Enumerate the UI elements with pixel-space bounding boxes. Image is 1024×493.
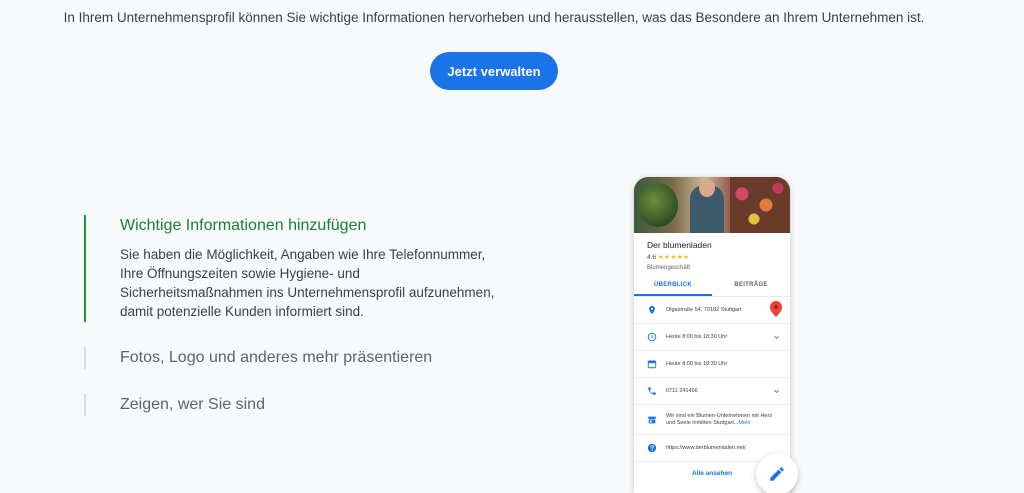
phone-row[interactable]: 0711 241466: [634, 378, 790, 405]
tab-overview[interactable]: ÜBERBLICK: [634, 277, 712, 296]
edit-pencil-icon: [770, 467, 784, 481]
business-profile-mockup: Der blumenladen 4.6 ★★★★★ Blumengeschäft…: [634, 177, 790, 493]
address-text: Olgastraße 54, 70182 Stuttgart: [666, 306, 742, 313]
active-indicator-bar: [84, 215, 86, 298]
store-icon: [647, 415, 657, 425]
business-name: Der blumenladen: [647, 240, 712, 250]
accordion-body: Sie haben die Möglichkeit, Angaben wie I…: [120, 247, 495, 319]
business-category: Blumengeschäft: [647, 265, 691, 271]
accordion-item-show-who-you-are[interactable]: Zeigen, wer Sie sind: [84, 394, 504, 416]
chevron-down-icon[interactable]: [773, 334, 780, 341]
chevron-down-icon[interactable]: [773, 388, 780, 395]
business-photo: [634, 177, 790, 233]
calendar-icon: [647, 359, 657, 369]
rating-stars: ★★★★★: [657, 254, 690, 261]
accordion-item-photos-logo[interactable]: Fotos, Logo und anderes mehr präsentiere…: [84, 347, 504, 369]
description-text: Wir sind ein Blumen-Unternehmen mit Herz…: [666, 413, 780, 427]
description-more-link[interactable]: Mehr: [738, 420, 751, 426]
accordion-item-key-info[interactable]: Wichtige Informationen hinzufügen Sie ha…: [84, 215, 504, 322]
edit-fab-button[interactable]: [756, 453, 798, 493]
accordion-title: Fotos, Logo und anderes mehr präsentiere…: [120, 349, 433, 366]
location-icon: [647, 305, 657, 315]
manage-now-button[interactable]: Jetzt verwalten: [430, 52, 558, 90]
feature-accordion: Wichtige Informationen hinzufügen Sie ha…: [84, 215, 504, 416]
intro-text: In Ihrem Unternehmensprofil können Sie w…: [63, 10, 925, 25]
globe-icon: [647, 443, 657, 453]
tab-posts[interactable]: BEITRÄGE: [712, 277, 790, 296]
special-hours-text: Heute 8:00 bis 18:30 Uhr: [666, 360, 728, 367]
phone-number-text: 0711 241466: [666, 387, 698, 394]
profile-tabs: ÜBERBLICK BEITRÄGE: [634, 277, 790, 297]
indicator-bar: [84, 347, 86, 369]
description-row[interactable]: Wir sind ein Blumen-Unternehmen mit Herz…: [634, 405, 790, 435]
hours-text: Heute 8:00 bis 18:30 Uhr: [666, 333, 728, 340]
address-row[interactable]: Olgastraße 54, 70182 Stuttgart: [634, 297, 790, 324]
description-body: Wir sind ein Blumen-Unternehmen mit Herz…: [666, 412, 773, 426]
business-rating: 4.6 ★★★★★: [647, 253, 777, 261]
accordion-title: Wichtige Informationen hinzufügen: [120, 217, 367, 234]
rating-value: 4.6: [647, 254, 657, 261]
special-hours-row[interactable]: Heute 8:00 bis 18:30 Uhr: [634, 351, 790, 378]
indicator-bar: [84, 394, 86, 416]
indicator-bar: [84, 298, 86, 322]
map-pin-icon: [770, 301, 782, 317]
website-text: https://www.derblumenladen.net/: [666, 444, 746, 451]
accordion-title: Zeigen, wer Sie sind: [120, 396, 265, 413]
phone-icon: [647, 386, 657, 396]
clock-icon: [647, 332, 657, 342]
hours-row[interactable]: Heute 8:00 bis 18:30 Uhr: [634, 324, 790, 351]
